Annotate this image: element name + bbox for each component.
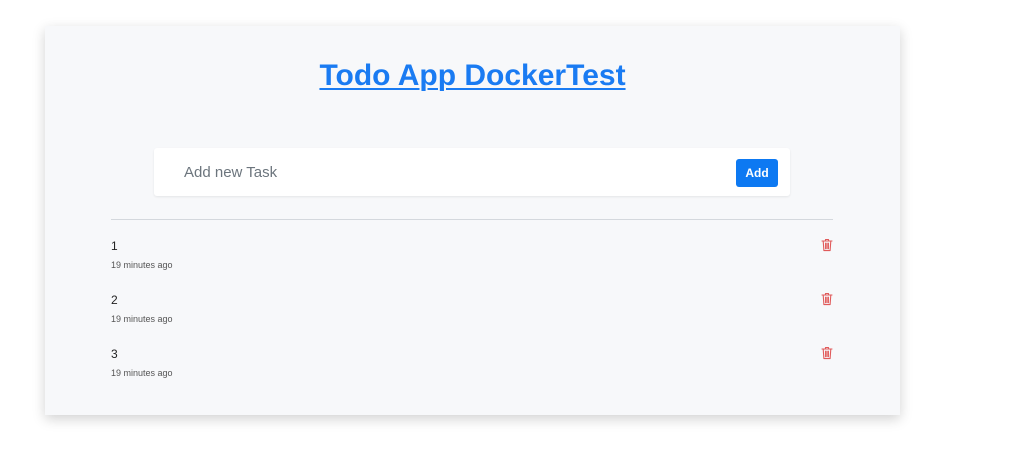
trash-icon[interactable] xyxy=(821,238,833,252)
new-task-input[interactable] xyxy=(168,156,760,188)
task-time: 19 minutes ago xyxy=(111,260,173,270)
task-name: 2 xyxy=(111,293,118,307)
task-time: 19 minutes ago xyxy=(111,368,173,378)
add-button[interactable]: Add xyxy=(736,159,778,187)
todo-card: Todo App DockerTest Add 1 19 minutes ago… xyxy=(45,26,900,415)
task-name: 1 xyxy=(111,239,118,253)
add-task-form: Add xyxy=(154,148,790,196)
task-time: 19 minutes ago xyxy=(111,314,173,324)
trash-icon[interactable] xyxy=(821,346,833,360)
divider xyxy=(111,219,833,220)
task-item: 2 19 minutes ago xyxy=(111,290,833,344)
title-link[interactable]: Todo App DockerTest xyxy=(319,59,625,92)
page-title: Todo App DockerTest xyxy=(45,56,900,96)
task-name: 3 xyxy=(111,347,118,361)
task-item: 3 19 minutes ago xyxy=(111,344,833,398)
task-list: 1 19 minutes ago 2 19 minutes ago 3 19 m… xyxy=(111,236,833,398)
trash-icon[interactable] xyxy=(821,292,833,306)
task-item: 1 19 minutes ago xyxy=(111,236,833,290)
